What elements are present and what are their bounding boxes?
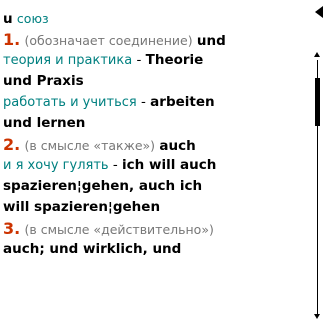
sense-number: 3. [3,219,21,238]
translation-line: auch; und wirklich, und [3,239,306,260]
example-separator: - [108,157,123,173]
sense-3: 3. (в смысле «действительно») [3,218,306,239]
back-arrow-icon[interactable] [315,6,323,18]
sense-translation: und [196,33,226,49]
example-separator: - [136,94,151,110]
example-de: Theorie [145,52,204,68]
example-ru[interactable]: теория и практика [3,53,132,68]
example-ru[interactable]: и я хочу гулять [3,158,109,173]
example-line: will spazieren¦gehen [3,197,306,218]
example-line: und lernen [3,113,306,134]
sense-1: 1. (обозначает соединение) und [3,29,306,50]
example-line: spazieren¦gehen, auch ich [3,176,306,197]
scroll-up-icon[interactable] [314,52,320,57]
example-ru[interactable]: работать и учиться [3,95,137,110]
scrollbar-thumb[interactable] [315,78,320,126]
sense-translation: auch; und wirklich, und [3,241,182,257]
entry-header: u союз [3,8,306,29]
example-de: spazieren¦gehen, auch ich [3,178,203,194]
example-de: arbeiten [150,94,215,110]
example-de: will spazieren¦gehen [3,199,161,215]
headword: u [3,11,13,27]
dictionary-entry: u союз 1. (обозначает соединение) und те… [3,8,306,260]
sense-number: 2. [3,135,21,154]
scroll-down-icon[interactable] [314,314,320,319]
example-line: работать и учиться - arbeiten [3,92,306,113]
example-de: und Praxis [3,73,84,89]
sense-note: (в смысле «действительно») [24,222,214,237]
example-de: und lernen [3,115,86,131]
sense-note: (обозначает соединение) [24,33,193,48]
example-line: und Praxis [3,71,306,92]
example-de: ich will auch [122,157,217,173]
sense-2: 2. (в смысле «также») auch [3,134,306,155]
example-line: и я хочу гулять - ich will auch [3,155,306,176]
sense-note: (в смысле «также») [24,138,156,153]
part-of-speech: союз [16,11,49,26]
example-line: теория и практика - Theorie [3,50,306,71]
sense-translation: auch [159,138,196,154]
example-separator: - [132,52,146,68]
sense-number: 1. [3,30,21,49]
